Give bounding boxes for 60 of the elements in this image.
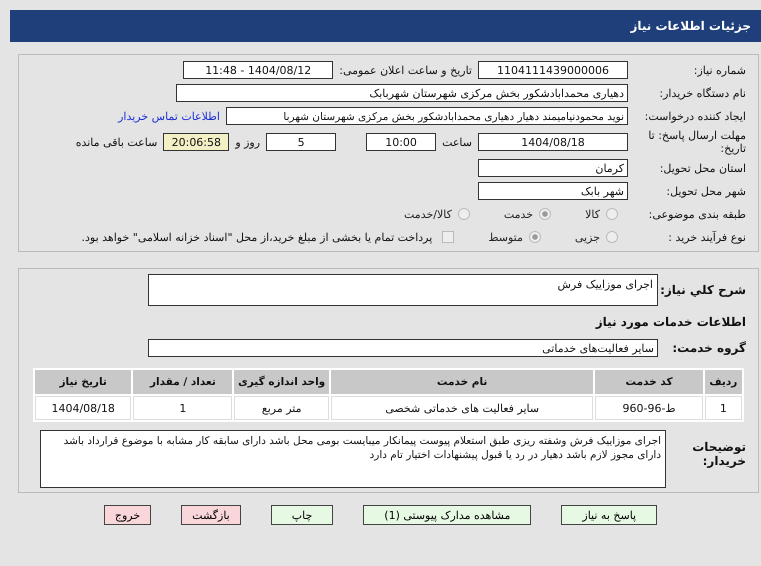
field-label: طبقه بندی موضوعی: [648, 208, 747, 220]
field-label: مهلت ارسال پاسخ: تا تاریخ: [647, 129, 747, 155]
radio-button[interactable] [606, 208, 618, 220]
field-label: ایجاد کننده درخواست: [644, 110, 747, 122]
field-label: نام دستگاه خریدار: [658, 86, 747, 100]
time-label: ساعت [442, 136, 472, 148]
radio-button[interactable] [606, 231, 618, 243]
days-field: 5 [266, 133, 336, 151]
column-header: واحد اندازه گیری [234, 370, 329, 394]
radio-button[interactable] [458, 208, 470, 220]
table-cell: 1404/08/18 [35, 396, 132, 420]
action-button[interactable]: چاپ [270, 505, 334, 525]
column-header: تاریخ نیاز [35, 370, 132, 394]
column-header: کد خدمت [595, 370, 703, 394]
table-cell: 1 [133, 396, 232, 420]
column-header: نام خدمت [330, 370, 594, 394]
action-button[interactable]: خروج [104, 505, 152, 525]
section-title: اطلاعات خدمات مورد نیاز [596, 315, 747, 329]
remaining-time-field: 20:06:58 [163, 133, 230, 151]
header-title: جزئیات اطلاعات نیاز [630, 19, 751, 33]
field-label: توضیحات خریدار: [691, 440, 747, 468]
radio-label: خدمت [504, 208, 534, 220]
action-button[interactable]: پاسخ به نیاز [561, 505, 658, 525]
buyer-contact-link[interactable]: اطلاعات تماس خریدار [118, 110, 220, 122]
radio-label: کالا/خدمت [404, 208, 452, 220]
field-label: تاریخ و ساعت اعلان عمومی: [339, 64, 472, 76]
field-label: شماره نیاز: [692, 64, 747, 76]
days-label: روز و [235, 136, 260, 148]
service-group-field: سایر فعالیت‌های خدماتی [148, 339, 658, 357]
field-label: شهر محل تحویل: [665, 184, 747, 198]
radio-label: متوسط [488, 230, 523, 244]
radio-button[interactable] [528, 231, 541, 243]
column-header: تعداد / مقدار [133, 370, 232, 394]
field-label: گروه خدمت: [671, 341, 747, 355]
need-number-field: 1104111439000006 [478, 61, 628, 79]
deadline-time-field: 10:00 [366, 133, 436, 151]
buyer-notes-field: اجرای موزاییک فرش وشفته ریزی طبق استعلام پیوست پیمانکار میبایست بومی محل باشد دارای سابقه کار مشابه با موضوع قرارداد باشد دارای مجوز لازم باشد دهیار در رد یا قبول پیشنهادات اختیار تام دارد [40, 430, 666, 488]
action-button[interactable]: مشاهده مدارک پیوستی (1) [363, 505, 532, 525]
field-label: استان محل تحویل: [658, 162, 747, 174]
announce-date-field: 1404/08/12 - 11:48 [183, 61, 334, 79]
province-field: کرمان [478, 159, 628, 177]
column-header: ردیف [704, 370, 742, 394]
remaining-label: ساعت باقی مانده [76, 136, 158, 148]
table-cell: سایر فعالیت های خدماتی شخصی [330, 396, 594, 420]
table-cell: متر مربع [234, 396, 329, 420]
table-cell: 1 [704, 396, 742, 420]
buyer-field: دهیاری محمدابادشکور بخش مرکزی شهرستان شهربابک [176, 84, 628, 102]
checkbox[interactable] [442, 231, 454, 243]
payment-note: پرداخت تمام یا بخشی از مبلغ خرید،از محل "اسناد خزانه اسلامی" خواهد بود. [82, 230, 432, 244]
field-label: شرح کلي نياز: [659, 283, 747, 297]
action-button[interactable]: بازگشت [181, 505, 241, 525]
radio-label: جزیی [574, 230, 600, 244]
table-cell: ط-96-960 [595, 396, 703, 420]
city-field: شهر بابک [478, 182, 628, 200]
radio-button[interactable] [539, 208, 552, 220]
field-label: نوع فرآیند خرید : [667, 230, 747, 244]
summary-field: اجرای موزاییک فرش [148, 274, 658, 306]
requester-field: نوید محمودنیامیمند دهیار دهیاری محمدابادشکور بخش مرکزی شهرستان شهربا [226, 107, 628, 125]
radio-label: کالا [585, 208, 600, 220]
deadline-date-field: 1404/08/18 [478, 133, 628, 151]
